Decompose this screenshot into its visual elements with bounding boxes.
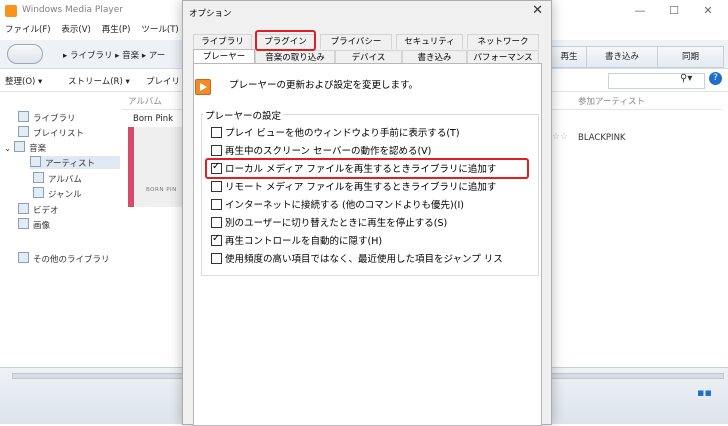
sidebar-item-playlist[interactable]: プレイリスト (18, 126, 84, 139)
tab-play[interactable]: 再生 (551, 46, 587, 68)
checkbox[interactable] (211, 253, 222, 264)
checkbox[interactable] (211, 127, 222, 138)
option-jump-list-recent[interactable]: 使用頻度の高い項目ではなく、最近使用した項目をジャンプ リス (211, 252, 529, 265)
rating-stars-icon[interactable]: ☆☆ (552, 132, 568, 142)
wmp-menubar: ファイル(F) 表示(V) 再生(P) ツール(T) (0, 23, 182, 39)
artist-value: BLACKPINK (578, 133, 626, 143)
back-forward-icon[interactable] (7, 44, 43, 64)
help-icon[interactable]: ? (709, 72, 722, 85)
menu-play[interactable]: 再生(P) (102, 25, 131, 35)
option-allow-screensaver[interactable]: 再生中のスクリーン セーバーの動作を認める(V) (211, 144, 511, 157)
genre-icon (33, 187, 44, 198)
panel-description: プレーヤーの更新および設定を変更します。 (229, 80, 419, 91)
sidebar-item-other-library[interactable]: その他のライブラリ (18, 252, 110, 265)
playlist-icon (18, 126, 29, 137)
album-name: Born Pink (133, 114, 174, 124)
organize-menu[interactable]: 整理(O) ▾ (5, 75, 42, 87)
album-cover[interactable] (128, 127, 184, 207)
music-icon (14, 141, 26, 152)
checkbox-checked[interactable] (211, 234, 222, 246)
stream-menu[interactable]: ストリーム(R) ▾ (68, 75, 130, 87)
maximize-icon[interactable]: ☐ (659, 2, 689, 20)
artist-icon (30, 156, 41, 167)
checkbox[interactable] (211, 217, 222, 228)
sidebar-item-video[interactable]: ビデオ (18, 203, 59, 216)
player-icon (195, 79, 211, 95)
menu-file[interactable]: ファイル(F) (5, 25, 51, 35)
playlist-menu[interactable]: プレイリ (146, 75, 180, 87)
tab-sync[interactable]: 同期 (657, 46, 724, 68)
search-icon[interactable]: ⚲▾ (680, 73, 692, 84)
group-label: プレーヤーの設定 (203, 108, 284, 122)
tab-network[interactable]: ネットワーク (467, 34, 539, 49)
option-connect-internet[interactable]: インターネットに接続する (他のコマンドよりも優先)(I) (211, 198, 521, 211)
column-album[interactable]: アルバム (128, 95, 162, 107)
sidebar-item-artist[interactable]: アーティスト (30, 156, 120, 169)
dialog-title: オプション (189, 9, 232, 19)
sidebar-item-genre[interactable]: ジャンル (33, 187, 82, 200)
option-autohide-controls[interactable]: 再生コントロールを自動的に隠す(H) (211, 234, 521, 247)
menu-view[interactable]: 表示(V) (61, 25, 90, 35)
sidebar-item-image[interactable]: 画像 (18, 218, 50, 231)
wmp-title: Windows Media Player (22, 5, 123, 15)
sidebar: ライブラリ プレイリスト ⌄ 音楽 アーティスト アルバム ジャンル ビデオ 画像… (0, 92, 122, 367)
album-icon (33, 172, 44, 183)
option-stop-on-user-switch[interactable]: 別のユーザーに切り替えたときに再生を停止する(S) (211, 216, 521, 229)
checkbox[interactable] (211, 145, 222, 156)
chevron-down-icon: ⌄ (4, 144, 12, 154)
close-window-icon[interactable]: ✕ (693, 2, 723, 20)
video-icon (18, 203, 29, 214)
checkbox[interactable] (211, 199, 222, 210)
option-add-remote-to-library[interactable]: リモート メディア ファイルを再生するときライブラリに追加す (211, 180, 521, 193)
options-dialog: オプション ✕ ライブラリ プラグイン プライバシー セキュリティ ネットワーク… (182, 0, 552, 426)
tab-library[interactable]: ライブラリ (193, 34, 252, 49)
image-icon (18, 218, 29, 229)
sidebar-item-music[interactable]: ⌄ 音楽 (4, 141, 46, 154)
option-play-view-topmost[interactable]: プレイ ビューを他のウィンドウより手前に表示する(T) (211, 126, 511, 139)
column-artist[interactable]: 参加アーティスト (578, 95, 645, 107)
minimize-icon[interactable]: — (625, 2, 655, 20)
close-icon[interactable]: ✕ (532, 3, 543, 18)
checkbox[interactable] (211, 181, 222, 192)
album-cover-caption: BORN PIN (146, 187, 177, 193)
other-library-icon (18, 252, 29, 263)
highlight-plugin-tab (255, 30, 316, 51)
wmp-app-icon (5, 5, 17, 17)
breadcrumb[interactable]: ▸ ライブラリ ▸ 音楽 ▸ アー (63, 49, 165, 61)
sidebar-item-library[interactable]: ライブラリ (18, 111, 76, 124)
library-icon (18, 111, 29, 122)
highlight-local-media-option (205, 158, 529, 179)
tab-security[interactable]: セキュリティ (396, 34, 463, 49)
tab-burn[interactable]: 書き込み (586, 46, 658, 68)
tab-privacy[interactable]: プライバシー (320, 34, 392, 49)
switch-to-now-playing-icon[interactable]: ▪▪ (697, 387, 712, 398)
sidebar-item-album[interactable]: アルバム (33, 172, 82, 185)
menu-tools[interactable]: ツール(T) (141, 25, 178, 35)
